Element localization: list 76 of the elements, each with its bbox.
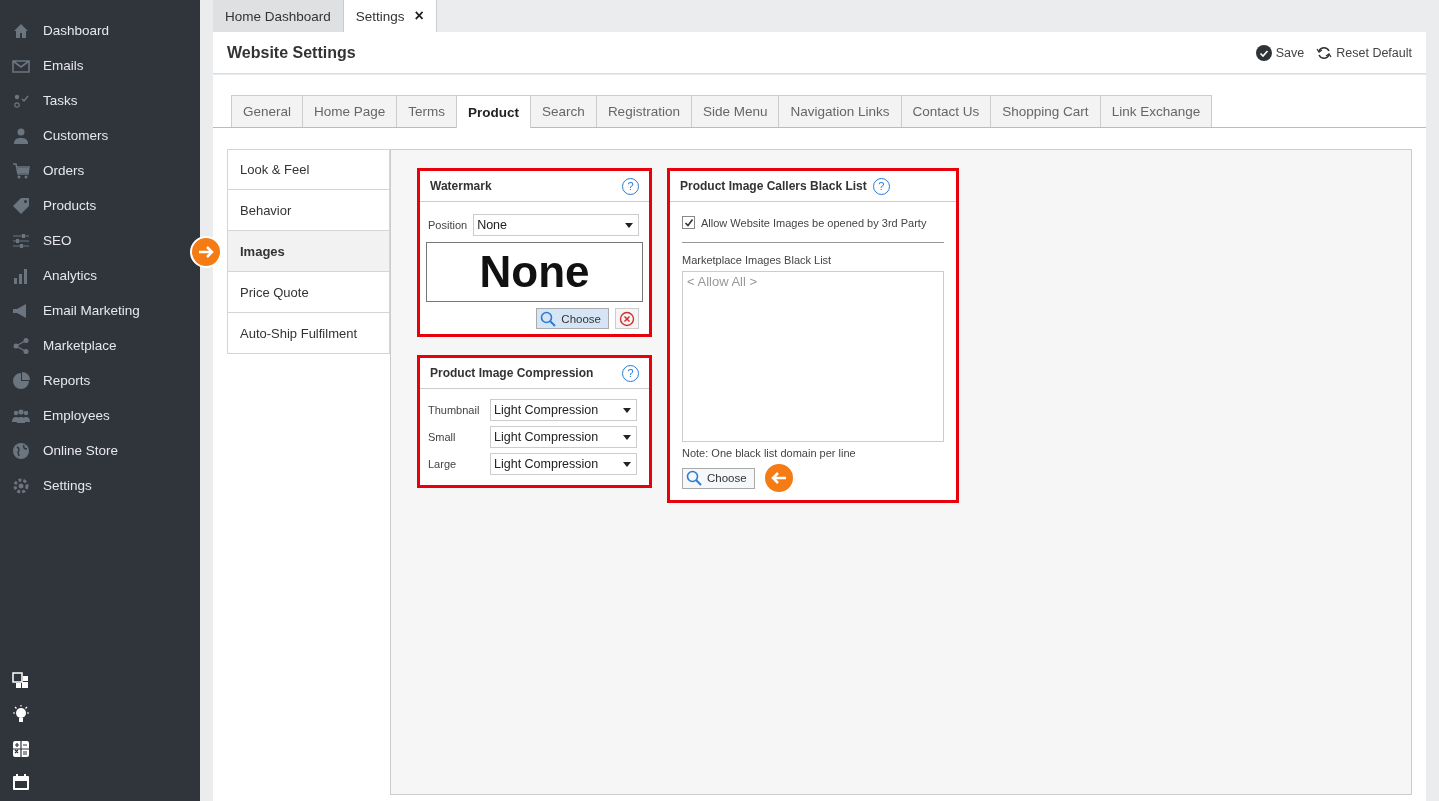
compression-dropdown[interactable]: Light Compression — [490, 426, 637, 448]
choose-button[interactable]: Choose — [682, 467, 755, 489]
document-tab[interactable]: Settings × — [343, 0, 437, 32]
share-icon — [12, 336, 30, 355]
subnav-item[interactable]: Auto-Ship Fulfilment — [227, 313, 390, 354]
panel-title: Watermark — [430, 179, 492, 193]
compression-dropdown[interactable]: Light Compression — [490, 453, 637, 475]
pie-icon — [12, 371, 30, 390]
sidebar-item[interactable]: Analytics — [12, 258, 98, 293]
calendar-icon[interactable] — [12, 773, 30, 791]
tag-icon — [12, 196, 30, 215]
section-tab[interactable]: Contact Us — [900, 95, 992, 127]
search-icon — [540, 310, 557, 327]
subnav-item[interactable]: Price Quote — [227, 272, 390, 313]
close-circle-icon — [619, 310, 635, 327]
sidebar-item[interactable]: Customers — [12, 118, 109, 153]
bars-icon — [12, 266, 30, 285]
sidebar-item[interactable]: Orders — [12, 153, 85, 188]
cart-icon — [12, 161, 30, 180]
sidebar-item[interactable]: Dashboard — [12, 13, 110, 48]
watermark-preview: None — [426, 242, 643, 302]
section-tab[interactable]: Navigation Links — [778, 95, 902, 127]
lightbulb-icon[interactable] — [12, 705, 30, 725]
field-label: Marketplace Images Black List — [682, 254, 833, 266]
section-tab[interactable]: Search — [530, 95, 597, 127]
subnav-item[interactable]: Images — [227, 231, 390, 272]
sidebar-item[interactable]: Employees — [12, 398, 110, 433]
panel-title: Product Image Compression — [430, 366, 594, 380]
sidebar-item[interactable]: Email Marketing — [12, 293, 140, 328]
reset-button[interactable]: Reset Default — [1316, 44, 1412, 61]
subnav-item[interactable]: Behavior — [227, 190, 390, 231]
section-tab[interactable]: Shopping Cart — [990, 95, 1101, 127]
compression-dropdown[interactable]: Light Compression — [490, 399, 637, 421]
arrow-callout-icon — [762, 462, 795, 494]
sidebar-item[interactable]: Tasks — [12, 83, 78, 118]
section-tab[interactable]: Product — [456, 95, 532, 128]
sidebar-item[interactable]: Products — [12, 188, 97, 223]
home-icon — [12, 21, 30, 40]
section-tab[interactable]: Terms — [396, 95, 458, 127]
calculator-icon[interactable] — [12, 740, 30, 758]
field-label: Small — [428, 431, 457, 443]
gear-icon — [12, 476, 30, 495]
people-icon — [12, 406, 30, 425]
field-label: Position — [428, 219, 468, 231]
field-label: Large — [428, 458, 458, 470]
remove-button[interactable] — [615, 308, 639, 329]
sidebar-item[interactable]: Online Store — [12, 433, 119, 468]
sidebar-item[interactable]: Emails — [12, 48, 84, 83]
checkbox[interactable] — [682, 216, 695, 229]
checkbox-label: Allow Website Images be opened by 3rd Party — [701, 216, 927, 229]
note-text: Note: One black list domain per line — [682, 447, 857, 459]
sidebar-item[interactable]: SEO — [12, 223, 72, 258]
section-tab[interactable]: Side Menu — [690, 95, 780, 127]
position-dropdown[interactable]: None — [473, 214, 639, 236]
sliders-icon — [12, 231, 30, 250]
panel-title: Product Image Callers Black List — [680, 179, 867, 193]
section-tab[interactable]: General — [231, 95, 304, 127]
checkmark-circle-icon — [1255, 44, 1272, 61]
globe-icon — [12, 441, 30, 460]
section-tab[interactable]: Registration — [595, 95, 692, 127]
blacklist-textarea[interactable]: < Allow All > — [682, 271, 944, 442]
user-icon — [12, 126, 30, 145]
sidebar-item[interactable]: Settings — [12, 468, 92, 503]
document-tab[interactable]: Home Dashboard — [213, 0, 344, 32]
choose-button[interactable]: Choose — [536, 308, 609, 329]
save-button[interactable]: Save — [1255, 44, 1305, 61]
subnav-item[interactable]: Look & Feel — [227, 149, 390, 190]
search-icon — [686, 470, 702, 486]
page-title: Website Settings — [227, 43, 356, 62]
refresh-icon — [1316, 44, 1333, 61]
sidebar-item[interactable]: Reports — [12, 363, 91, 398]
sidebar-item[interactable]: Marketplace — [12, 328, 117, 363]
close-icon[interactable]: × — [414, 7, 424, 25]
section-tab[interactable]: Home Page — [302, 95, 398, 127]
section-tab[interactable]: Link Exchange — [1099, 95, 1213, 127]
field-label: Thumbnail — [428, 404, 481, 416]
